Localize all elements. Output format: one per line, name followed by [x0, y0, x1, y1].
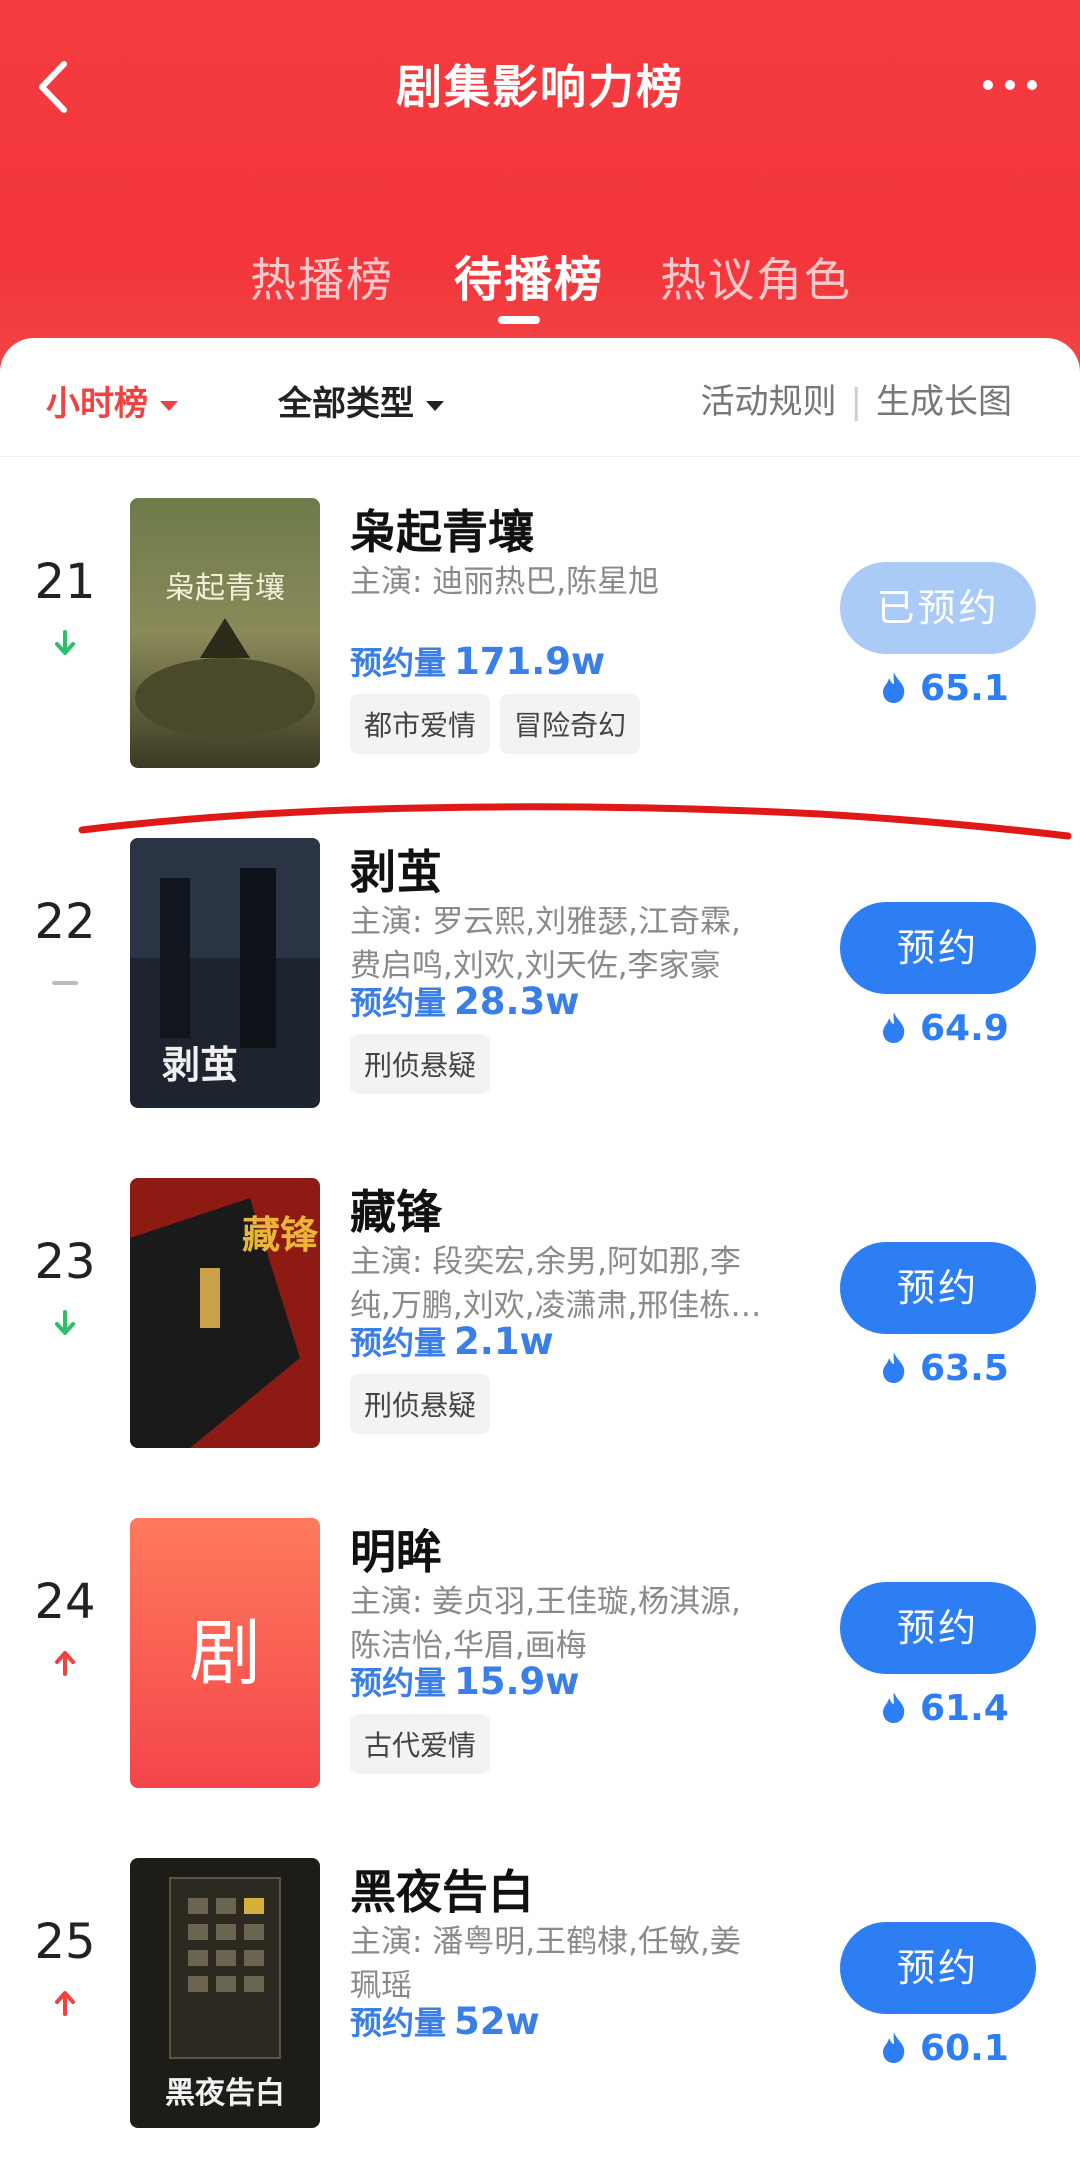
reservation-count: 预约量 28.3w [350, 978, 580, 1024]
heat-value: 64.9 [920, 1008, 1009, 1049]
rank-number: 23 [34, 1234, 96, 1290]
reservation-value: 52w [454, 2000, 540, 2043]
heat-score: 60.1 [880, 2028, 1009, 2069]
genre-tag[interactable]: 刑侦悬疑 [350, 1374, 491, 1434]
page-title: 剧集影响力榜 [396, 60, 684, 114]
poster-image[interactable]: 黑夜告白 [130, 1858, 320, 2128]
activity-rules-link[interactable]: 活动规则 [701, 382, 837, 422]
poster-image[interactable]: 枭起青壤 [130, 498, 320, 768]
cast-list: 主演: 潘粤明,王鹤棣,任敏,姜珮瑶 [350, 1924, 741, 2004]
caret-down-icon [426, 400, 444, 411]
trend-down-icon [50, 628, 80, 658]
caret-down-icon [160, 400, 178, 411]
flame-icon [883, 1012, 905, 1043]
category-label: 全部类型 [278, 384, 414, 424]
tag-list: 刑侦悬疑 [350, 1034, 500, 1094]
tag-list: 古代爱情 [350, 1714, 500, 1774]
trend-up-icon [50, 1988, 80, 2018]
cast-list: 主演: 段奕宏,余男,阿如那,李纯,万鹏,刘欢,凌潇肃,邢佳栋… [350, 1244, 762, 1324]
cast-list: 主演: 姜贞羽,王佳璇,杨淇源,陈洁怡,华眉,画梅 [350, 1584, 741, 1664]
reservation-value: 2.1w [454, 1320, 554, 1363]
show-title: 黑夜告白 [350, 1865, 534, 1919]
heat-score: 65.1 [880, 668, 1009, 709]
show-title: 剥茧 [350, 845, 442, 899]
heat-value: 65.1 [920, 668, 1009, 709]
poster-title-text: 剧 [189, 1611, 261, 1695]
poster-image[interactable]: 剧 [130, 1518, 320, 1788]
trend-up-icon [50, 1648, 80, 1678]
poster-image[interactable]: 藏锋 [130, 1178, 320, 1448]
poster-title-text: 剥茧 [162, 1042, 238, 1087]
trend-down-icon [50, 1308, 80, 1338]
reservation-label: 预约量 [350, 644, 447, 682]
generate-long-image-link[interactable]: 生成长图 [876, 382, 1012, 422]
heat-score: 63.5 [880, 1348, 1009, 1389]
filter-bar: 小时榜 全部类型 活动规则 | 生成长图 [0, 338, 1080, 457]
reservation-count: 预约量 2.1w [350, 1318, 554, 1364]
tab-bar: 热播榜 待播榜 热议角色 [0, 250, 1080, 340]
show-title: 明眸 [350, 1525, 442, 1579]
reservation-label: 预约量 [350, 1324, 447, 1362]
poster-title-text: 枭起青壤 [165, 571, 285, 606]
list-item[interactable]: 22 剥茧 剥茧 主演: 罗云熙,刘雅瑟,江奇霖,费启鸣,刘欢,刘天佐,李家豪 … [0, 798, 1080, 1138]
list-item[interactable]: 23 藏锋 藏锋 主演: 段奕宏,余男,阿如那,李纯,万鹏,刘欢,凌潇肃,邢佳栋… [0, 1138, 1080, 1478]
rank-number: 22 [34, 894, 96, 950]
heat-value: 61.4 [920, 1688, 1009, 1729]
cast-list: 主演: 迪丽热巴,陈星旭 [350, 564, 660, 600]
list-item[interactable]: 25 黑夜告白 黑夜告白 主演: 潘粤明,王鹤棣,任敏,姜珮瑶 预约量 52w 预… [0, 1818, 1080, 2158]
reservation-value: 15.9w [454, 1660, 580, 1703]
category-dropdown[interactable]: 全部类型 [278, 376, 444, 425]
reservation-value: 28.3w [454, 980, 580, 1023]
period-dropdown[interactable]: 小时榜 [46, 376, 178, 425]
flame-icon [883, 1352, 905, 1383]
genre-tag[interactable]: 刑侦悬疑 [350, 1034, 491, 1094]
tab-upcoming[interactable]: 待播榜 [454, 250, 604, 310]
reservation-value: 171.9w [454, 640, 606, 683]
reservation-count: 预约量 52w [350, 1998, 540, 2044]
reserved-button[interactable]: 已预约 [840, 562, 1036, 654]
ranking-panel: 小时榜 全部类型 活动规则 | 生成长图 21 枭起青壤 枭起青壤 主演: 迪丽热巴… [0, 338, 1080, 2161]
more-options-icon[interactable] [980, 70, 1040, 100]
genre-tag[interactable]: 古代爱情 [350, 1714, 491, 1774]
list-item[interactable]: 21 枭起青壤 枭起青壤 主演: 迪丽热巴,陈星旭 预约量 171.9w 都市爱情… [0, 458, 1080, 798]
rank-number: 21 [34, 554, 96, 610]
reservation-label: 预约量 [350, 1664, 447, 1702]
reserve-button[interactable]: 预约 [840, 1922, 1036, 2014]
flame-icon [883, 2032, 905, 2063]
poster-title-text: 黑夜告白 [165, 2076, 285, 2111]
show-title: 藏锋 [350, 1185, 442, 1239]
trend-flat-icon [50, 968, 80, 998]
tag-list: 都市爱情 冒险奇幻 [350, 694, 650, 754]
flame-icon [883, 672, 905, 703]
cast-list: 主演: 罗云熙,刘雅瑟,江奇霖,费启鸣,刘欢,刘天佐,李家豪 [350, 904, 741, 984]
reservation-label: 预约量 [350, 2004, 447, 2042]
tab-hot-characters[interactable]: 热议角色 [660, 250, 852, 310]
heat-value: 63.5 [920, 1348, 1009, 1389]
genre-tag[interactable]: 都市爱情 [350, 694, 491, 754]
heat-score: 64.9 [880, 1008, 1009, 1049]
tab-hot-playing[interactable]: 热播榜 [250, 250, 394, 310]
rank-number: 24 [34, 1574, 96, 1630]
reserve-button[interactable]: 预约 [840, 1242, 1036, 1334]
heat-value: 60.1 [920, 2028, 1009, 2069]
show-title: 枭起青壤 [350, 505, 534, 559]
rank-number: 25 [34, 1914, 96, 1970]
genre-tag[interactable]: 冒险奇幻 [500, 694, 641, 754]
poster-image[interactable]: 剥茧 [130, 838, 320, 1108]
reserve-button[interactable]: 预约 [840, 1582, 1036, 1674]
flame-icon [883, 1692, 905, 1723]
reservation-count: 预约量 171.9w [350, 638, 605, 684]
heat-score: 61.4 [880, 1688, 1009, 1729]
poster-title-text: 藏锋 [242, 1212, 319, 1257]
reserve-button[interactable]: 预约 [840, 902, 1036, 994]
period-label: 小时榜 [46, 384, 148, 424]
divider: | [850, 382, 862, 422]
reservation-count: 预约量 15.9w [350, 1658, 580, 1704]
tag-list: 刑侦悬疑 [350, 1374, 500, 1434]
rules-links: 活动规则 | 生成长图 [701, 374, 1012, 423]
active-tab-indicator [498, 316, 540, 324]
reservation-label: 预约量 [350, 984, 447, 1022]
list-item[interactable]: 24 剧 明眸 主演: 姜贞羽,王佳璇,杨淇源,陈洁怡,华眉,画梅 预约量 15.… [0, 1478, 1080, 1818]
